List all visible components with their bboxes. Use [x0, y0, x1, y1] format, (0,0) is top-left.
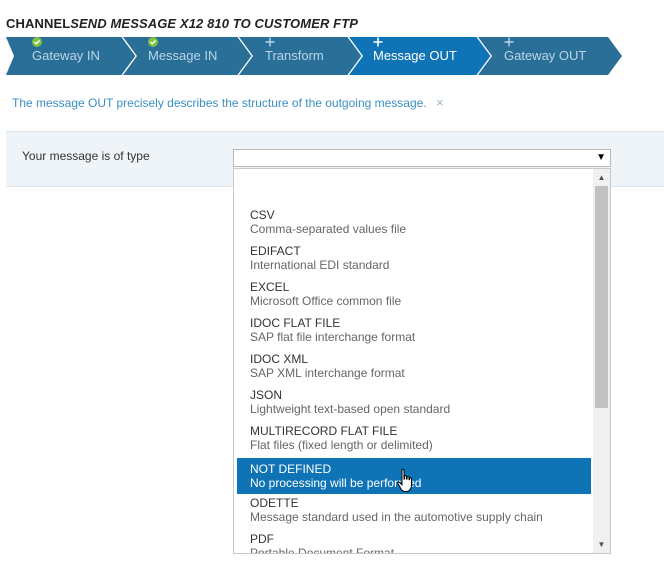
step-message-out-label: Message OUT — [373, 48, 457, 63]
step-transform[interactable]: Transform — [265, 37, 329, 75]
option-csv[interactable]: CSV Comma-separated values file — [237, 204, 591, 240]
option-pdf[interactable]: PDF Portable Document Format — [237, 528, 591, 554]
close-icon[interactable]: × — [436, 95, 444, 110]
option-name: IDOC FLAT FILE — [250, 316, 341, 330]
step-gateway-in-label: Gateway IN — [32, 48, 100, 63]
scrollbar-thumb[interactable] — [595, 186, 608, 408]
option-description: International EDI standard — [250, 258, 390, 272]
option-description: SAP flat file interchange format — [250, 330, 416, 344]
option-description: Portable Document Format — [250, 546, 395, 554]
page-title-channel-name: SEND MESSAGE X12 810 TO CUSTOMER FTP — [70, 16, 359, 31]
option-idoc-xml[interactable]: IDOC XML SAP XML interchange format — [237, 348, 591, 384]
option-name: ODETTE — [250, 496, 299, 510]
option-excel[interactable]: EXCEL Microsoft Office common file — [237, 276, 591, 312]
chevron-down-icon: ▼ — [596, 152, 606, 163]
hand-cursor-icon — [396, 468, 416, 499]
option-description: Lightweight text-based open standard — [250, 402, 451, 416]
option-name: NOT DEFINED — [250, 462, 332, 476]
option-name: IDOC XML — [250, 352, 309, 366]
option-description: Microsoft Office common file — [250, 294, 402, 308]
option-description: Comma-separated values file — [250, 222, 407, 236]
message-type-dropdown-list: CSV Comma-separated values file EDIFACT … — [233, 168, 611, 554]
step-gateway-out-label: Gateway OUT — [504, 48, 587, 63]
option-name: CSV — [250, 208, 275, 222]
page-title: CHANNELSEND MESSAGE X12 810 TO CUSTOMER … — [6, 16, 358, 31]
option-description: SAP XML interchange format — [250, 366, 405, 380]
option-description: Flat files (fixed length or delimited) — [250, 438, 433, 452]
info-message: The message OUT precisely describes the … — [12, 96, 427, 110]
dropdown-scrollbar[interactable]: ▲ ▼ — [593, 169, 610, 553]
option-description: Message standard used in the automotive … — [250, 510, 543, 524]
step-gateway-in[interactable]: Gateway IN — [32, 37, 105, 75]
scroll-up-icon[interactable]: ▲ — [593, 169, 610, 186]
message-type-select[interactable]: ▼ — [233, 149, 611, 167]
option-name: EDIFACT — [250, 244, 301, 258]
page-title-prefix: CHANNEL — [6, 16, 71, 31]
option-json[interactable]: JSON Lightweight text-based open standar… — [237, 384, 591, 420]
option-name: MULTIRECORD FLAT FILE — [250, 424, 398, 438]
option-multirecord-flat-file[interactable]: MULTIRECORD FLAT FILE Flat files (fixed … — [237, 420, 591, 456]
message-type-label: Your message is of type — [22, 149, 150, 163]
wizard-steps: Gateway IN Message IN Transform Message … — [6, 37, 622, 75]
scroll-down-icon[interactable]: ▼ — [593, 536, 610, 553]
option-name: EXCEL — [250, 280, 290, 294]
step-message-in[interactable]: Message IN — [148, 37, 222, 75]
step-message-out[interactable]: Message OUT — [373, 37, 462, 75]
option-edifact[interactable]: EDIFACT International EDI standard — [237, 240, 591, 276]
step-message-in-label: Message IN — [148, 48, 218, 63]
option-name: JSON — [250, 388, 283, 402]
option-name: PDF — [250, 532, 274, 546]
step-gateway-out[interactable]: Gateway OUT — [504, 37, 591, 75]
option-idoc-flat-file[interactable]: IDOC FLAT FILE SAP flat file interchange… — [237, 312, 591, 348]
